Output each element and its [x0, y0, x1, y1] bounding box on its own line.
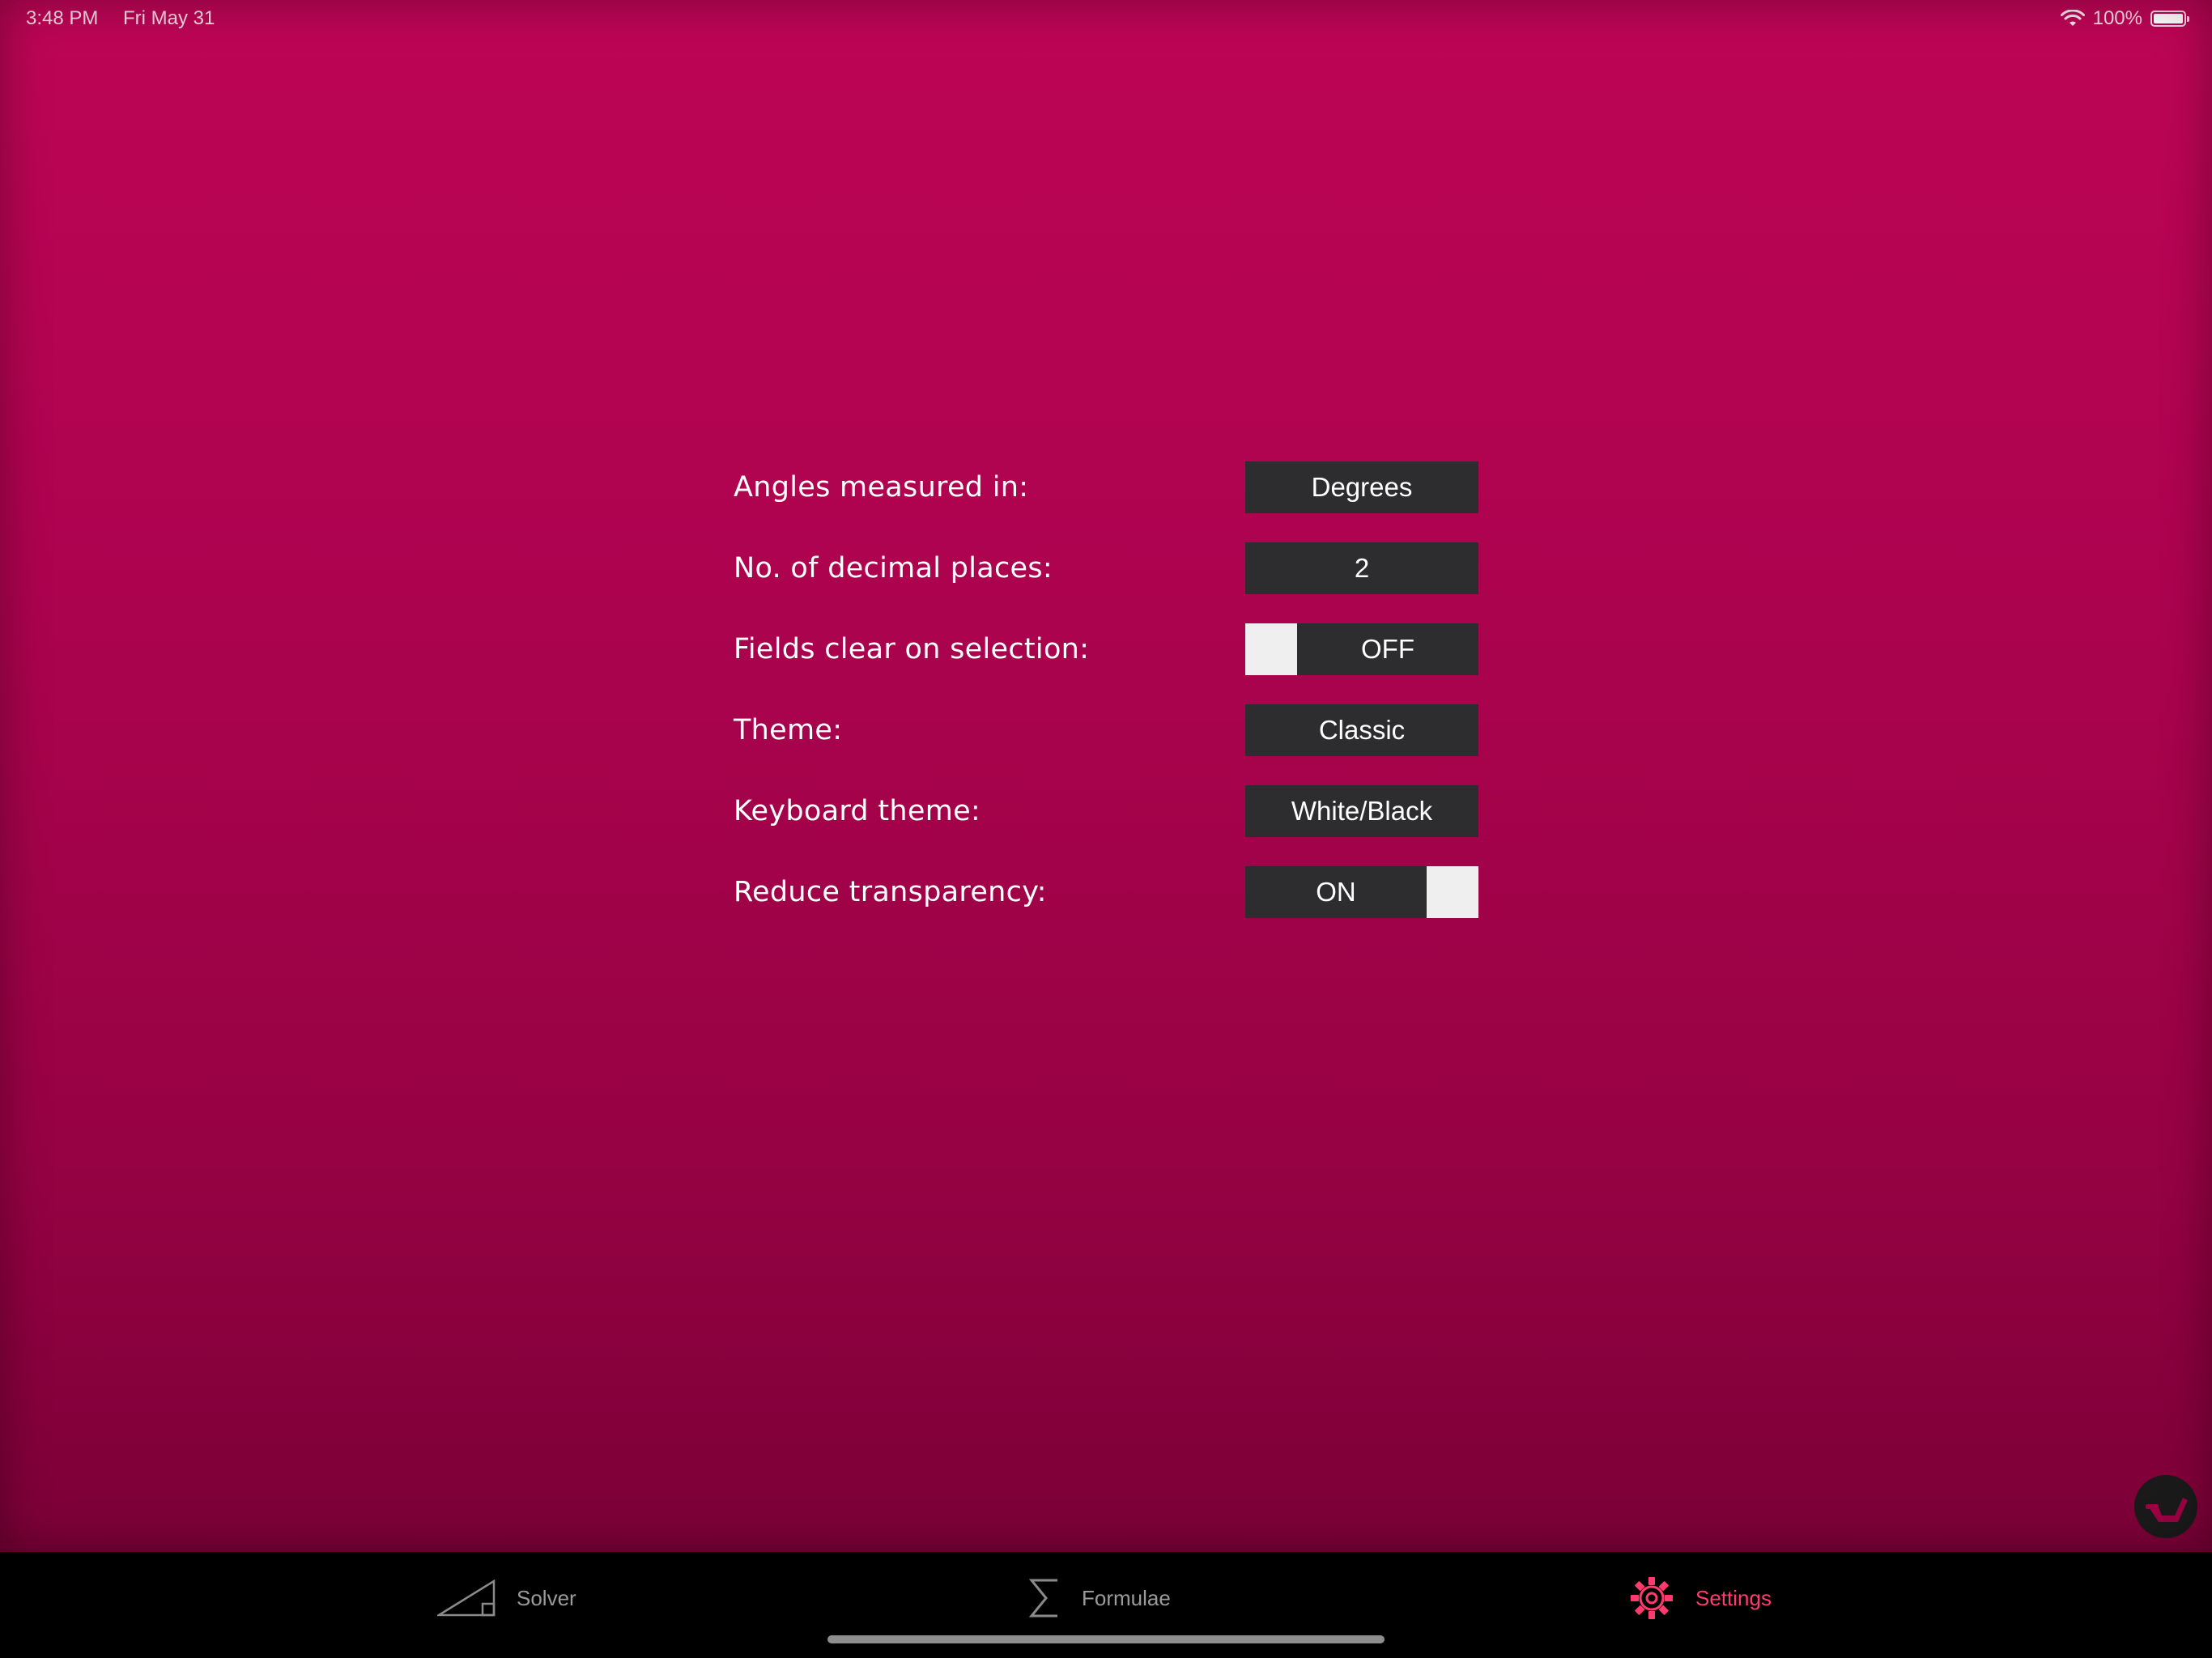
battery-icon: [2150, 11, 2189, 27]
tab-label: Settings: [1695, 1585, 1772, 1610]
keyboard-theme-button[interactable]: White/Black: [1245, 785, 1478, 837]
battery-fill: [2154, 14, 2183, 23]
tab-label: Solver: [517, 1585, 576, 1610]
settings-screen: 3:48 PM Fri May 31 100% Angles measured …: [0, 0, 2212, 1658]
setting-row-reduce-transparency: Reduce transparency: ON: [734, 866, 1478, 918]
toggle-state-text: ON: [1316, 877, 1356, 907]
triangle-icon: [437, 1579, 496, 1617]
status-time: 3:48 PM: [26, 7, 99, 29]
setting-row-angles: Angles measured in: Degrees: [734, 461, 1478, 513]
status-date: Fri May 31: [123, 7, 215, 29]
reduce-transparency-label: Reduce transparency:: [734, 876, 1047, 908]
gear-icon: [1631, 1577, 1673, 1619]
angles-label: Angles measured in:: [734, 471, 1029, 504]
setting-row-theme: Theme: Classic: [734, 704, 1478, 756]
toggle-knob[interactable]: [1427, 866, 1478, 918]
setting-row-decimals: No. of decimal places: 2: [734, 542, 1478, 594]
setting-row-fields-clear: Fields clear on selection: OFF: [734, 623, 1478, 675]
theme-button[interactable]: Classic: [1245, 704, 1478, 756]
angles-unit-button[interactable]: Degrees: [1245, 461, 1478, 513]
reduce-transparency-toggle[interactable]: ON: [1245, 866, 1478, 918]
setting-row-keyboard-theme: Keyboard theme: White/Black: [734, 785, 1478, 837]
decimals-label: No. of decimal places:: [734, 552, 1053, 585]
fields-clear-toggle[interactable]: OFF: [1245, 623, 1478, 675]
home-indicator[interactable]: [827, 1635, 1385, 1643]
settings-panel: Angles measured in: Degrees No. of decim…: [734, 461, 1478, 947]
tab-label: Formulae: [1082, 1585, 1171, 1610]
tab-formulae[interactable]: Formulae: [1027, 1570, 1171, 1626]
wifi-icon: [2060, 10, 2085, 26]
fields-clear-label: Fields clear on selection:: [734, 633, 1090, 665]
battery-percent: 100%: [2092, 7, 2142, 29]
toggle-state-text: OFF: [1361, 634, 1414, 664]
help-chair-icon: [2146, 1498, 2188, 1522]
status-bar: 3:48 PM Fri May 31 100%: [0, 0, 2212, 39]
keyboard-theme-label: Keyboard theme:: [734, 795, 981, 827]
tab-settings[interactable]: Settings: [1627, 1570, 1772, 1626]
tab-solver[interactable]: Solver: [437, 1570, 576, 1626]
sigma-icon: [1028, 1579, 1057, 1618]
theme-label: Theme:: [734, 714, 843, 746]
status-indicators: 100%: [2060, 7, 2189, 30]
help-button[interactable]: [2134, 1475, 2197, 1538]
toggle-knob[interactable]: [1245, 623, 1297, 675]
decimal-places-button[interactable]: 2: [1245, 542, 1478, 594]
